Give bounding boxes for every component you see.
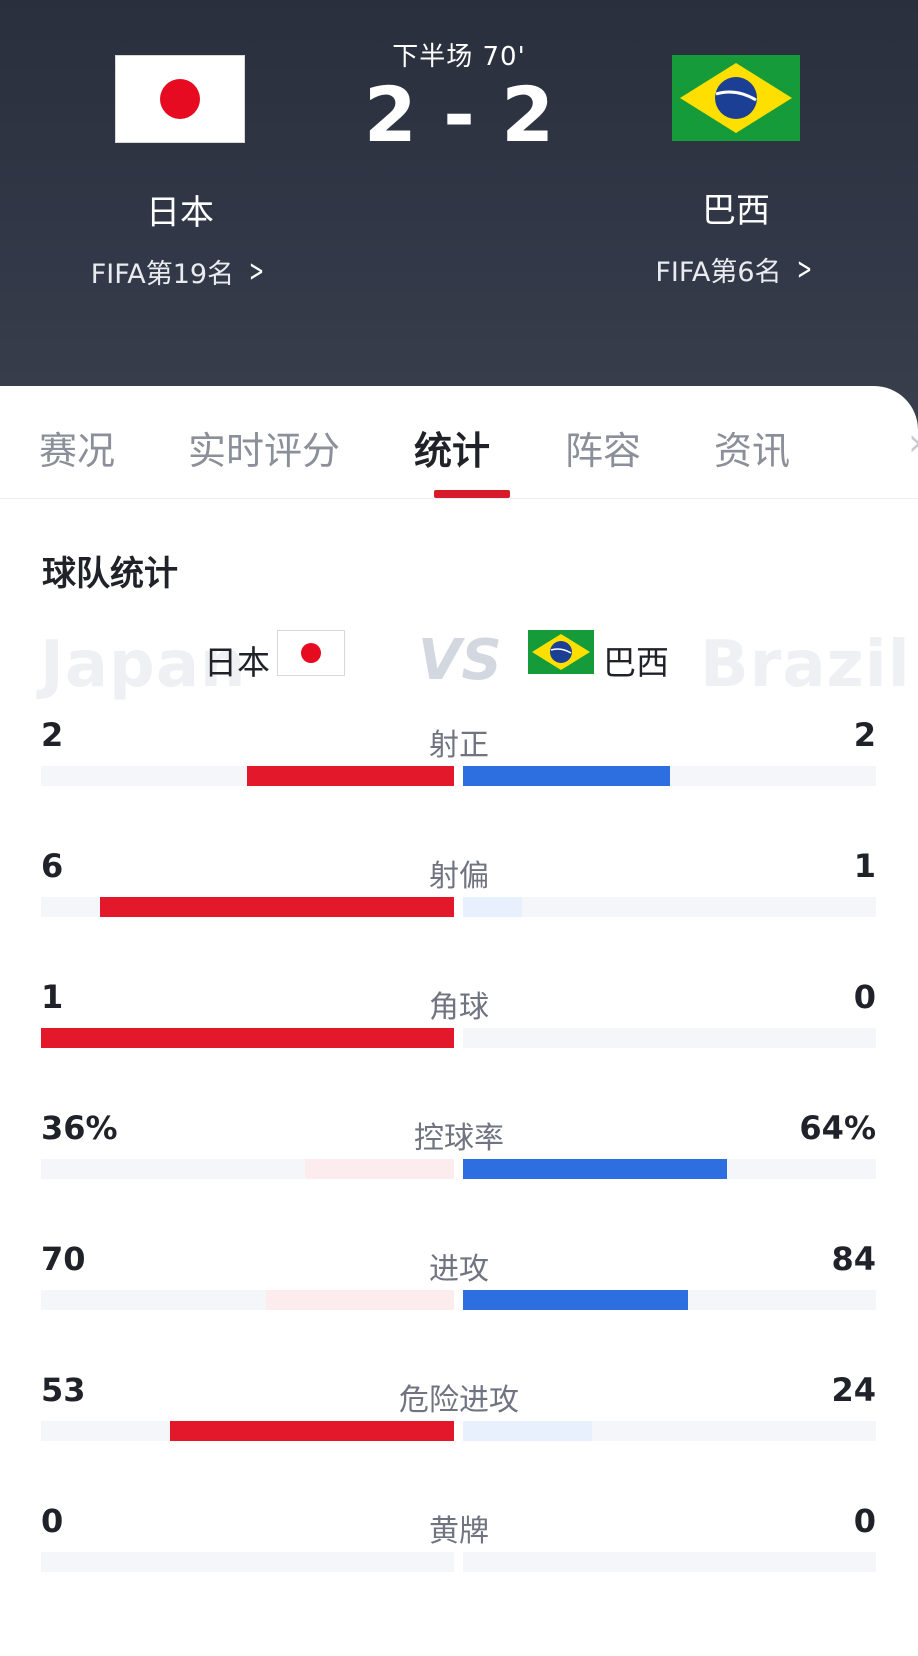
away-bar (463, 766, 670, 786)
away-team-name: 巴西 (702, 191, 770, 231)
away-watermark: Brazil (700, 628, 911, 702)
tab-lineup[interactable]: 阵容 (565, 420, 641, 475)
stats-sheet: 赛况 实时评分 统计 阵容 资讯 › 球队统计 Japan Brazil 日本 … (0, 386, 918, 1656)
vs-away-name: 巴西 (603, 643, 669, 682)
home-team-name: 日本 (146, 193, 214, 233)
vs-label: VS (418, 628, 502, 693)
home-bar-track (41, 897, 454, 917)
home-bar (247, 766, 454, 786)
stat-home-value: 36% (41, 1109, 118, 1147)
stat-away-value: 1 (853, 847, 876, 885)
japan-flag-icon (115, 55, 245, 143)
away-team[interactable]: 巴西 FIFA第6名 > (616, 55, 856, 289)
home-bar (170, 1421, 454, 1441)
home-bar-track (41, 1028, 454, 1048)
stat-home-value: 0 (41, 1502, 64, 1540)
stat-away-value: 84 (831, 1240, 876, 1278)
stat-label: 射正 (429, 728, 489, 763)
away-bar (463, 897, 522, 917)
scoreboard: 下半场 70' 2 - 2 (330, 36, 588, 153)
tab-live[interactable]: 赛况 (39, 420, 115, 475)
active-tab-indicator (434, 490, 510, 498)
away-bar-track (463, 897, 876, 917)
home-team-rank[interactable]: FIFA第19名 > (60, 252, 300, 291)
stat-home-value: 6 (41, 847, 64, 885)
brazil-flag-icon (672, 55, 800, 141)
tab-news[interactable]: 资讯 (714, 420, 790, 475)
home-bar-track (41, 1290, 454, 1310)
stat-row: 6 射偏 1 (0, 847, 918, 947)
match-period: 下半场 70' (392, 42, 526, 72)
match-header: 日本 FIFA第19名 > 下半场 70' 2 - 2 巴西 FIFA第6名 > (0, 0, 918, 430)
brazil-flag-icon (528, 630, 594, 674)
stat-away-value: 64% (799, 1109, 876, 1147)
match-score: 2 - 2 (363, 70, 555, 159)
home-bar-track (41, 1552, 454, 1572)
away-bar-track (463, 766, 876, 786)
home-bar-track (41, 1159, 454, 1179)
away-bar-track (463, 1159, 876, 1179)
home-bar (305, 1159, 454, 1179)
japan-flag-icon (277, 630, 345, 676)
home-bar-track (41, 766, 454, 786)
tab-ratings[interactable]: 实时评分 (188, 420, 340, 475)
away-bar (463, 1421, 592, 1441)
stat-away-value: 0 (853, 978, 876, 1016)
stat-away-value: 2 (853, 716, 876, 754)
away-rank-text: FIFA第6名 (655, 257, 782, 288)
tab-bar: 赛况 实时评分 统计 阵容 资讯 › (0, 386, 918, 499)
stat-label: 黄牌 (429, 1514, 489, 1549)
stat-label: 危险进攻 (399, 1383, 519, 1418)
away-bar-track (463, 1290, 876, 1310)
vs-home-name: 日本 (204, 643, 270, 682)
home-rank-text: FIFA第19名 (90, 259, 235, 290)
stat-row: 1 角球 0 (0, 978, 918, 1078)
stat-home-value: 1 (41, 978, 64, 1016)
away-bar-track (463, 1421, 876, 1441)
home-team[interactable]: 日本 FIFA第19名 > (60, 55, 300, 291)
home-bar-track (41, 1421, 454, 1441)
stat-row: 70 进攻 84 (0, 1240, 918, 1340)
home-bar (41, 1028, 454, 1048)
stat-label: 角球 (429, 990, 489, 1025)
section-title: 球队统计 (42, 554, 178, 594)
chevron-right-icon: > (249, 254, 265, 289)
stat-home-value: 70 (41, 1240, 86, 1278)
stat-row: 0 黄牌 0 (0, 1502, 918, 1602)
away-bar (463, 1159, 727, 1179)
away-bar (463, 1290, 688, 1310)
stat-home-value: 2 (41, 716, 64, 754)
away-bar-track (463, 1552, 876, 1572)
home-bar (100, 897, 454, 917)
home-bar (266, 1290, 454, 1310)
away-team-rank[interactable]: FIFA第6名 > (616, 250, 856, 289)
stat-row: 2 射正 2 (0, 716, 918, 816)
stat-label: 射偏 (429, 859, 489, 894)
stat-label: 控球率 (414, 1121, 504, 1156)
stat-row: 53 危险进攻 24 (0, 1371, 918, 1471)
tab-stats[interactable]: 统计 (414, 420, 490, 475)
stat-away-value: 0 (853, 1502, 876, 1540)
chevron-right-icon: > (796, 252, 812, 287)
stat-row: 36% 控球率 64% (0, 1109, 918, 1209)
versus-banner: Japan Brazil 日本 VS 巴西 (0, 614, 918, 710)
stat-label: 进攻 (429, 1252, 489, 1287)
away-bar-track (463, 1028, 876, 1048)
tab-overflow-hint: › (908, 420, 918, 464)
stat-away-value: 24 (831, 1371, 876, 1409)
stat-home-value: 53 (41, 1371, 86, 1409)
